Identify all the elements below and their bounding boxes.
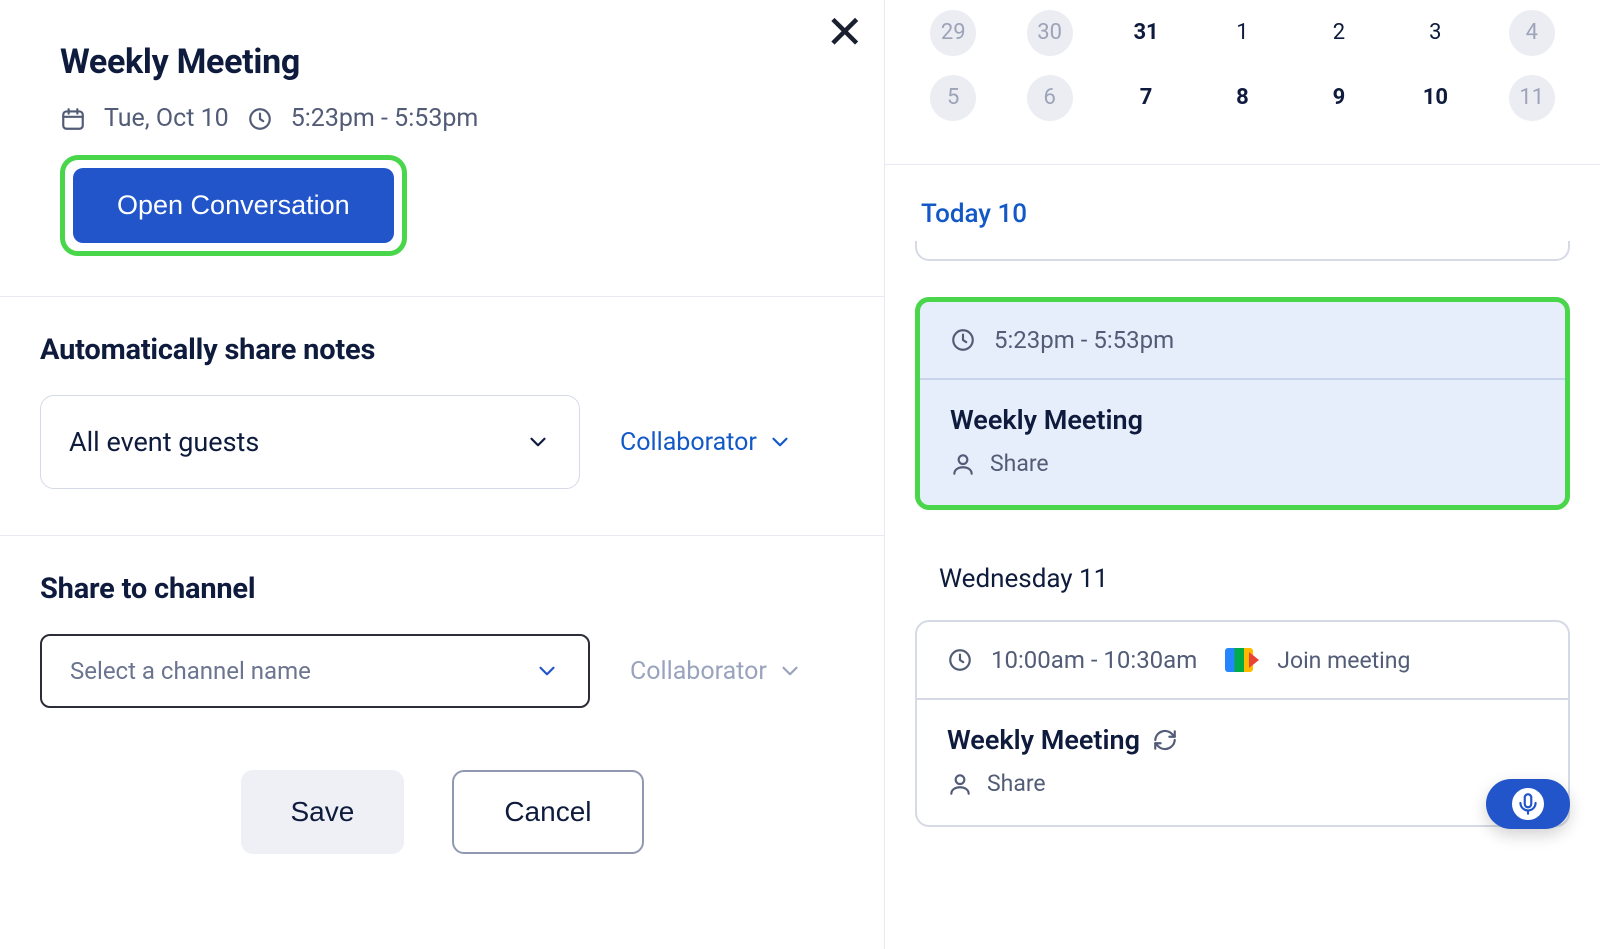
person-icon [947,771,973,797]
share-notes-select[interactable]: All event guests [40,395,580,489]
day-header: Wednesday 11 [903,510,1582,620]
cal-day[interactable]: 7 [1098,65,1194,130]
clock-icon [950,327,976,353]
open-conversation-button[interactable]: Open Conversation [73,168,394,243]
cal-day[interactable]: 9 [1291,65,1387,130]
cancel-button[interactable]: Cancel [452,770,643,854]
person-icon [950,451,976,477]
recurring-icon [1152,727,1178,753]
cal-day[interactable]: 8 [1194,65,1290,130]
share-notes-value: All event guests [69,426,259,458]
google-meet-icon [1225,648,1253,672]
cal-day[interactable]: 29 [905,0,1001,65]
chevron-down-icon [767,429,793,455]
divider [885,164,1600,165]
event-time: 10:00am - 10:30am [991,646,1197,674]
calendar-pane: 29 30 31 1 2 3 4 5 6 7 8 9 10 11 Today 1… [885,0,1600,949]
share-channel-heading: Share to channel [40,572,844,606]
channel-select[interactable]: Select a channel name [40,634,590,708]
channel-placeholder: Select a channel name [70,657,311,685]
today-header: Today 10 [885,199,1600,229]
clock-icon [247,106,273,132]
cal-day[interactable]: 3 [1387,0,1483,65]
cal-day[interactable]: 11 [1484,65,1580,130]
calendar-week2: 5 6 7 8 9 10 11 [885,65,1600,130]
chevron-down-icon [525,429,551,455]
record-toggle[interactable] [1486,779,1570,829]
join-meeting-link[interactable]: Join meeting [1277,647,1410,674]
share-channel-role-dropdown[interactable]: Collaborator [630,657,803,686]
cal-day[interactable]: 30 [1001,0,1097,65]
open-conversation-highlight: Open Conversation [60,155,407,256]
cal-day[interactable]: 31 [1098,0,1194,65]
event-title: Weekly Meeting [950,404,1535,436]
event-title: Weekly Meeting [60,42,824,82]
calendar-week1: 29 30 31 1 2 3 4 [885,0,1600,65]
event-share[interactable]: Share [950,450,1535,477]
microphone-icon [1515,791,1541,817]
close-icon[interactable]: ✕ [825,10,864,56]
event-meta: Tue, Oct 10 5:23pm - 5:53pm [60,104,824,133]
save-button[interactable]: Save [241,770,405,854]
previous-event-stub[interactable] [915,241,1570,261]
event-card-selected[interactable]: 5:23pm - 5:53pm Weekly Meeting Share [915,297,1570,510]
share-notes-role-dropdown[interactable]: Collaborator [620,428,793,457]
clock-icon [947,647,973,673]
calendar-icon [60,106,86,132]
chevron-down-icon [777,658,803,684]
event-time: 5:23pm - 5:53pm [291,104,479,133]
cal-day[interactable]: 5 [905,65,1001,130]
cal-day[interactable]: 1 [1194,0,1290,65]
detail-pane: ✕ Weekly Meeting Tue, Oct 10 5:23pm - 5:… [0,0,885,949]
cal-day[interactable]: 6 [1001,65,1097,130]
event-share[interactable]: Share [947,770,1538,797]
cal-day[interactable]: 2 [1291,0,1387,65]
chevron-down-icon [534,658,560,684]
event-time: 5:23pm - 5:53pm [994,326,1174,354]
event-title: Weekly Meeting [947,724,1140,756]
cal-day[interactable]: 4 [1484,0,1580,65]
event-card[interactable]: 10:00am - 10:30am Join meeting Weekly Me… [915,620,1570,827]
event-date: Tue, Oct 10 [104,104,229,133]
share-notes-heading: Automatically share notes [40,333,844,367]
cal-day[interactable]: 10 [1387,65,1483,130]
